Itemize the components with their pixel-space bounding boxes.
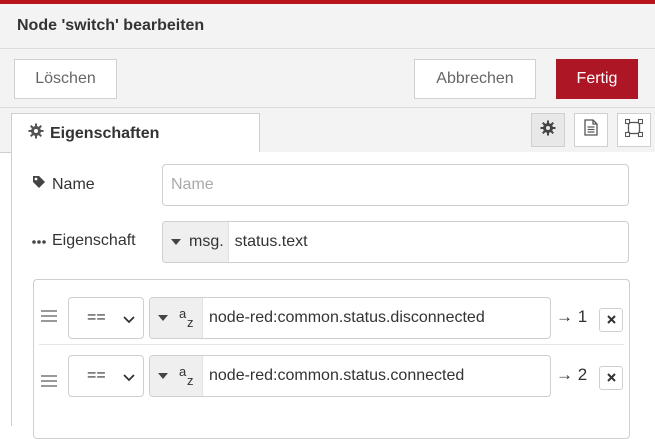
gear-icon: [540, 120, 556, 141]
properties-panel: Name Eigenschaft msg. status.text: [11, 152, 655, 439]
name-label: Name: [52, 175, 95, 193]
operator-value: ==: [87, 367, 106, 384]
operator-value: ==: [87, 309, 106, 326]
operator-select[interactable]: ==: [68, 355, 144, 397]
ellipsis-icon: [32, 232, 52, 250]
remove-rule-button[interactable]: [599, 308, 623, 332]
close-icon: [606, 311, 616, 329]
done-button[interactable]: Fertig: [556, 59, 638, 99]
string-type-icon: az: [179, 306, 194, 330]
settings-tab-button[interactable]: [531, 113, 565, 147]
dialog-header: Node 'switch' bearbeiten: [0, 4, 655, 49]
value-type-selector[interactable]: az: [150, 356, 203, 396]
description-tab-button[interactable]: [574, 113, 608, 147]
name-row-label: Name: [32, 175, 95, 194]
property-typed-input[interactable]: msg. status.text: [162, 221, 629, 263]
appearance-tab-button[interactable]: [617, 113, 651, 147]
drag-handle-icon[interactable]: [41, 309, 57, 327]
chevron-down-icon: [123, 370, 135, 388]
close-icon: [606, 369, 616, 387]
delete-button[interactable]: Löschen: [14, 59, 117, 99]
gear-icon: [28, 123, 50, 144]
property-value[interactable]: status.text: [229, 222, 308, 262]
rules-list: == az node-red:common.status.disconnecte…: [33, 279, 630, 439]
document-icon: [584, 119, 598, 141]
rule-value[interactable]: node-red:common.status.disconnected: [203, 298, 485, 338]
string-type-icon: az: [179, 364, 194, 388]
caret-down-icon: [171, 239, 181, 245]
rule-value-input[interactable]: az node-red:common.status.disconnected: [149, 297, 551, 339]
rule-value[interactable]: node-red:common.status.connected: [203, 356, 464, 396]
property-row-label: Eigenschaft: [32, 232, 136, 250]
caret-down-icon: [158, 373, 168, 379]
operator-select[interactable]: ==: [68, 297, 144, 339]
chevron-down-icon: [123, 312, 135, 330]
value-type-selector[interactable]: az: [150, 298, 203, 338]
frame-icon: [624, 118, 644, 142]
output-label: → 1: [556, 307, 588, 326]
property-label: Eigenschaft: [52, 232, 136, 249]
output-label: → 2: [556, 365, 588, 384]
dialog-toolbar: Löschen Abbrechen Fertig: [0, 49, 655, 108]
rule-row: == az node-red:common.status.disconnecte…: [34, 280, 629, 344]
rule-value-input[interactable]: az node-red:common.status.connected: [149, 355, 551, 397]
rule-row: == az node-red:common.status.connected →…: [39, 344, 624, 409]
tag-icon: [32, 175, 52, 194]
name-input[interactable]: [162, 164, 629, 206]
property-type-label: msg.: [189, 233, 224, 250]
cancel-button[interactable]: Abbrechen: [414, 59, 536, 99]
tab-properties[interactable]: Eigenschaften: [11, 113, 260, 153]
caret-down-icon: [158, 315, 168, 321]
remove-rule-button[interactable]: [599, 366, 623, 390]
drag-handle-icon[interactable]: [41, 374, 57, 392]
dialog-title: Node 'switch' bearbeiten: [17, 17, 205, 34]
tab-properties-label: Eigenschaften: [50, 124, 160, 142]
property-type-selector[interactable]: msg.: [163, 222, 229, 262]
tab-bar: Eigenschaften: [0, 108, 655, 153]
